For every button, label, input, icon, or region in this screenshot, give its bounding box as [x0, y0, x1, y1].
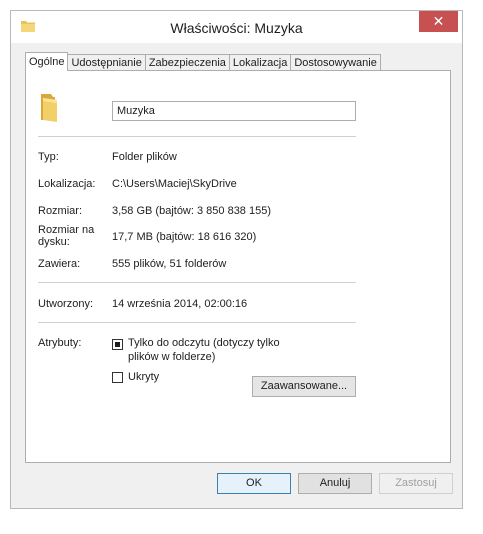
tab-sharing[interactable]: Udostępnianie	[67, 54, 146, 71]
tab-bar: Ogólne Udostępnianie Zabezpieczenia Loka…	[25, 52, 381, 71]
properties-window: Właściwości: Muzyka ✕ Ogólne Udostępnian…	[10, 10, 463, 509]
type-value: Folder plików	[112, 151, 177, 163]
apply-button[interactable]: Zastosuj	[379, 473, 453, 494]
tab-general[interactable]: Ogólne	[25, 52, 69, 71]
contains-label: Zawiera:	[38, 258, 81, 270]
disk-size-label-line2: dysku:	[38, 236, 70, 248]
separator	[38, 282, 356, 283]
tab-security[interactable]: Zabezpieczenia	[144, 54, 230, 71]
location-value: C:\Users\Maciej\SkyDrive	[112, 178, 237, 190]
readonly-label-line1: Tylko do odczytu (dotyczy tylko	[128, 337, 280, 349]
disk-size-label-line1: Rozmiar na	[38, 224, 95, 236]
attributes-label: Atrybuty:	[38, 337, 82, 349]
cancel-button[interactable]: Anuluj	[298, 473, 372, 494]
size-label: Rozmiar:	[38, 205, 83, 217]
window-title: Właściwości: Muzyka	[170, 20, 303, 36]
general-panel: Typ: Folder plików Lokalizacja: C:\Users…	[25, 70, 451, 463]
ok-button[interactable]: OK	[217, 473, 291, 494]
created-value: 14 września 2014, 02:00:16	[112, 298, 248, 310]
separator	[38, 322, 356, 323]
folder-name-input[interactable]	[112, 101, 356, 121]
hidden-checkbox[interactable]	[112, 372, 123, 383]
close-button[interactable]: ✕	[419, 11, 458, 32]
disk-size-value: 17,7 MB (bajtów: 18 616 320)	[112, 231, 257, 243]
separator	[38, 136, 356, 137]
title-bar: Właściwości: Muzyka ✕	[11, 11, 462, 43]
type-label: Typ:	[38, 151, 59, 163]
hidden-label: Ukryty	[128, 371, 160, 383]
readonly-checkbox[interactable]	[112, 339, 123, 350]
size-value: 3,58 GB (bajtów: 3 850 838 155)	[112, 205, 271, 217]
tab-location[interactable]: Lokalizacja	[228, 54, 292, 71]
readonly-label-line2: plików w folderze)	[128, 351, 216, 363]
location-label: Lokalizacja:	[38, 178, 96, 190]
close-icon: ✕	[432, 13, 445, 29]
created-label: Utworzony:	[38, 298, 94, 310]
folder-icon	[41, 94, 57, 122]
tab-customize[interactable]: Dostosowywanie	[290, 54, 381, 71]
advanced-button[interactable]: Zaawansowane...	[252, 376, 356, 397]
contains-value: 555 plików, 51 folderów	[112, 258, 227, 270]
